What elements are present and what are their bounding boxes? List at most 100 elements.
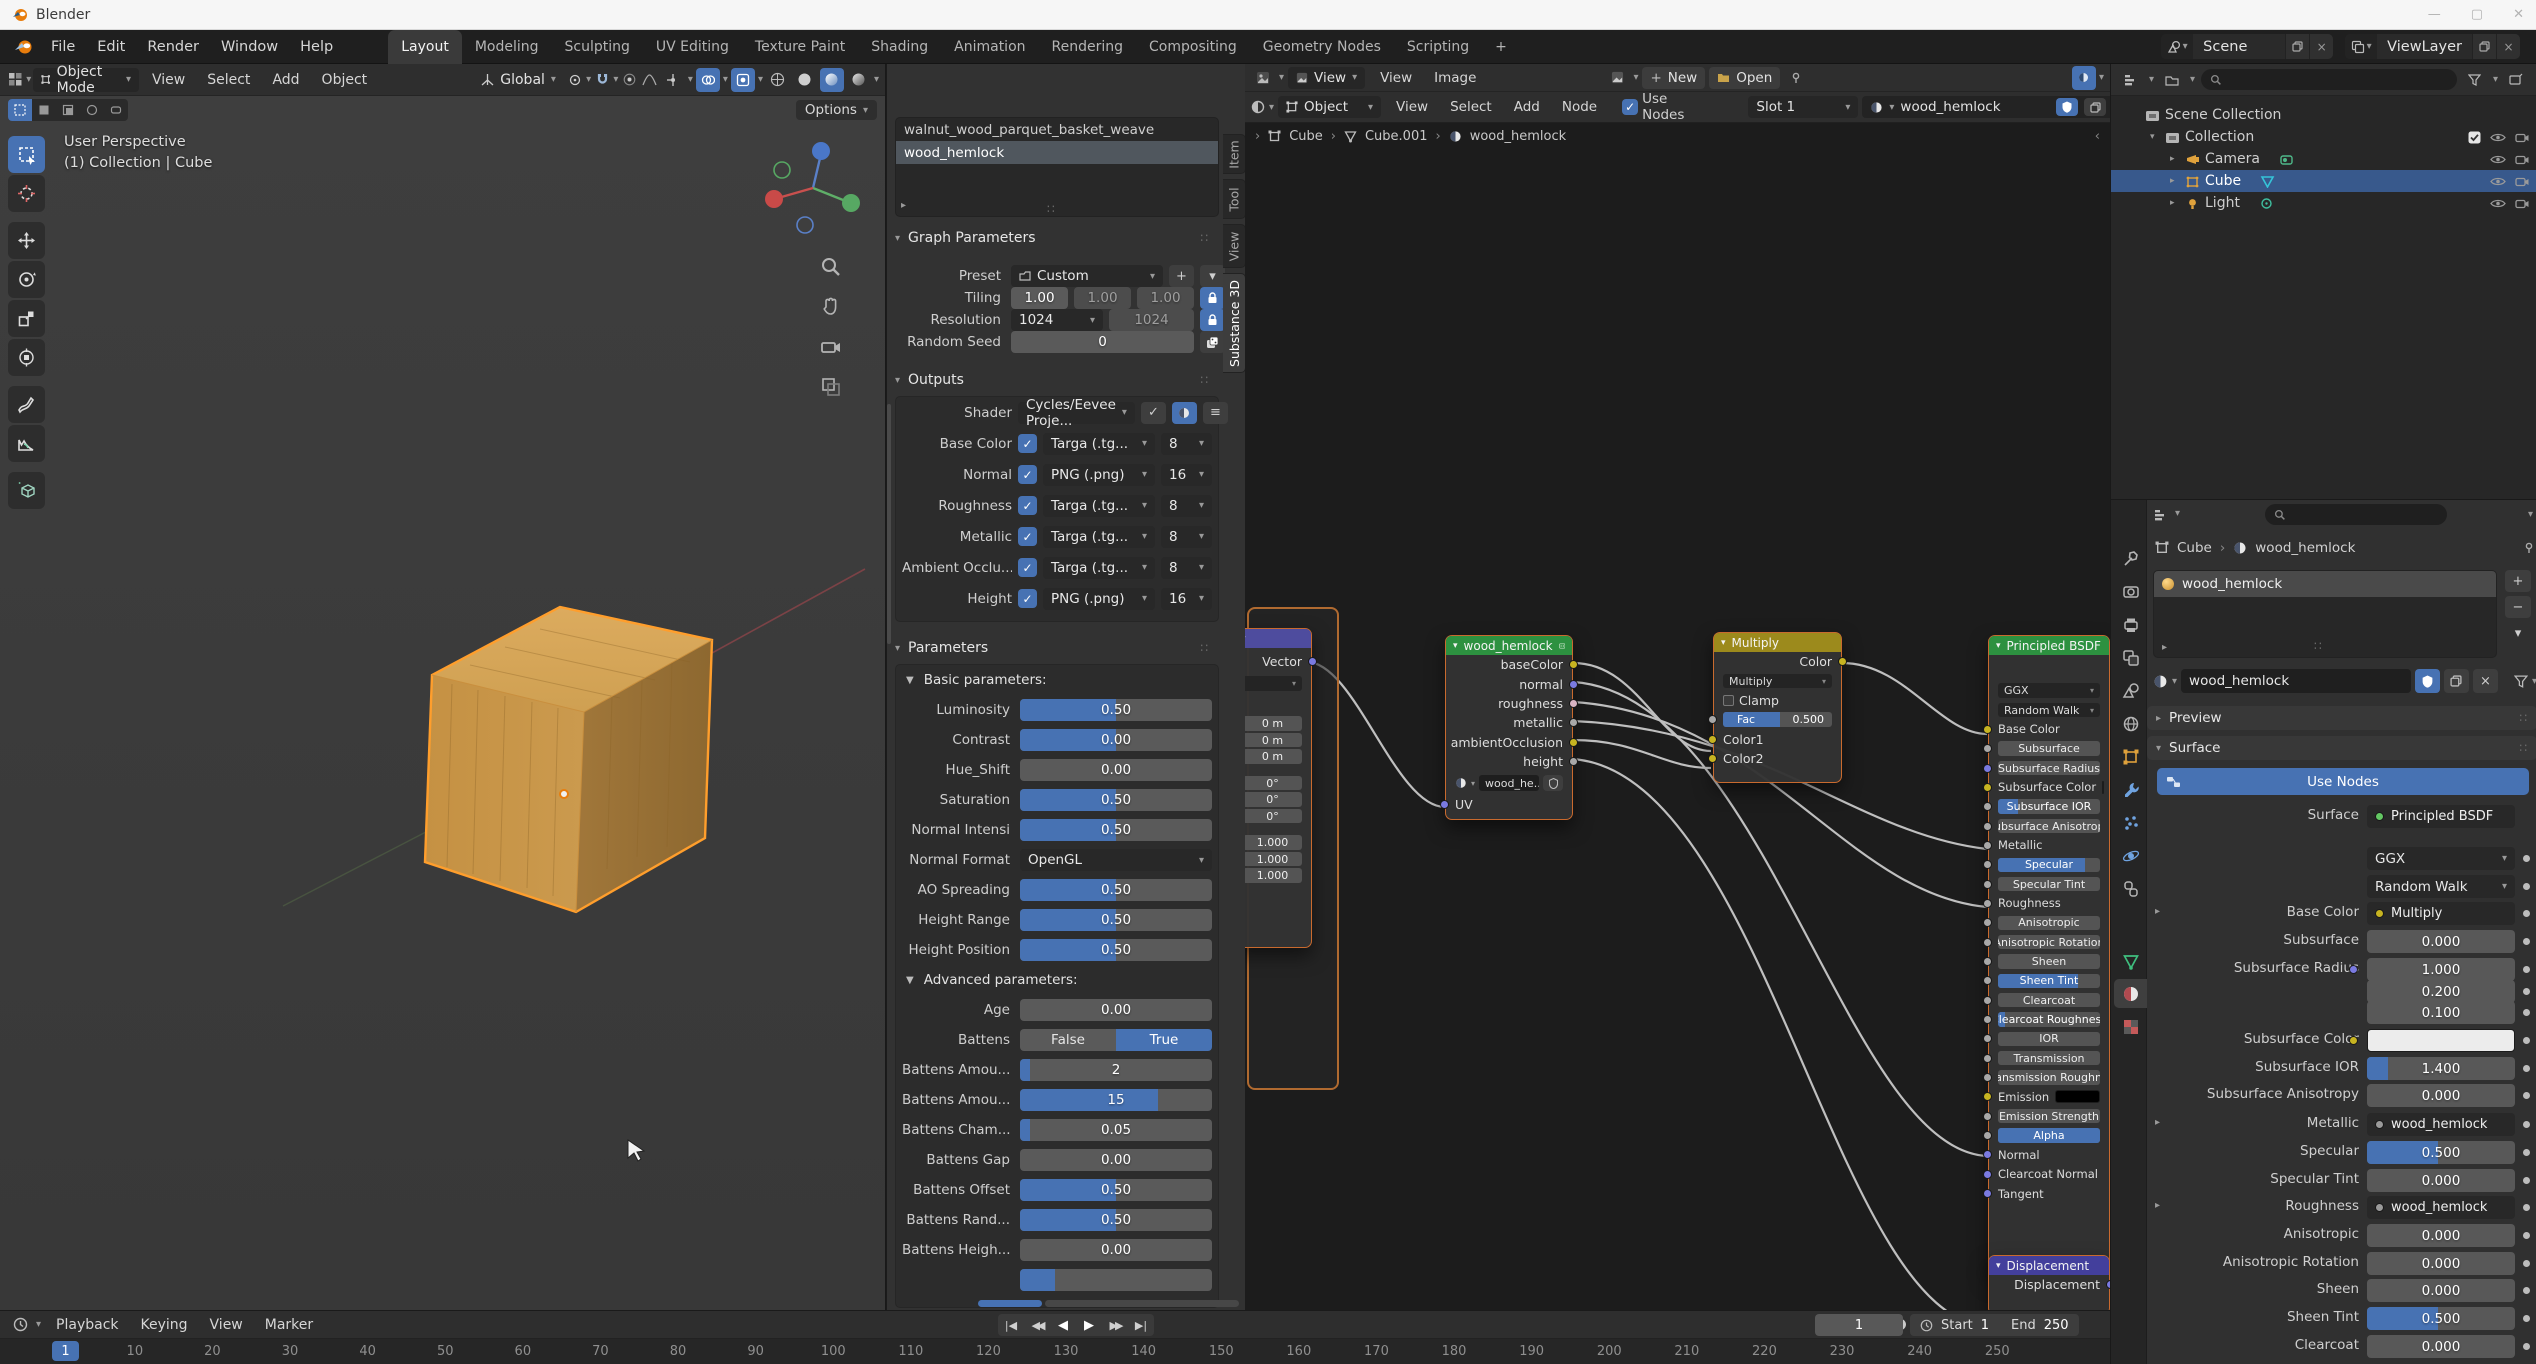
jump-end-button[interactable]: ▶|: [1128, 1314, 1154, 1336]
sidebar-tab-item[interactable]: Item: [1223, 134, 1245, 174]
properties-tab-tool[interactable]: [2114, 544, 2147, 573]
mode-dropdown[interactable]: Object Mode▾: [33, 68, 139, 92]
output-depth-dropdown[interactable]: 8▾: [1161, 557, 1212, 579]
outliner-display-mode-icon[interactable]: [2119, 68, 2143, 92]
specular-socket[interactable]: [1983, 860, 1992, 869]
displacement-node-header[interactable]: ▾Displacement: [1989, 1256, 2109, 1275]
show-overlays-icon[interactable]: [696, 68, 720, 92]
properties-tab-viewlayer[interactable]: [2114, 643, 2147, 672]
menu-view[interactable]: View: [1385, 95, 1439, 119]
material-list-item[interactable]: wood_hemlock: [896, 141, 1218, 164]
param-slider[interactable]: 0.50: [1020, 819, 1212, 841]
output-depth-dropdown[interactable]: 16▾: [1161, 588, 1212, 610]
animate-dot[interactable]: [2523, 1065, 2530, 1072]
material-filter-icon[interactable]: [2514, 675, 2528, 688]
panel-hscrollbar-thumb[interactable]: [978, 1300, 1042, 1307]
properties-search-input[interactable]: [2265, 504, 2447, 525]
menu-edit[interactable]: Edit: [86, 35, 136, 59]
mapping-node[interactable]: ▾ Vector ▾ 0 m0 m0 m 0°0°0° 1.0001.0001.…: [1245, 628, 1312, 948]
properties-tab-scene[interactable]: [2114, 676, 2147, 705]
play-reverse-button[interactable]: ◀: [1050, 1314, 1076, 1336]
editor-type-icon[interactable]: [6, 68, 24, 92]
animate-dot[interactable]: [2523, 1315, 2530, 1322]
use-nodes-checkbox[interactable]: ✓: [1622, 99, 1638, 115]
group-node-header[interactable]: ▾wood_hemlock: [1446, 636, 1572, 655]
tool-move[interactable]: [8, 222, 45, 259]
tool-add-cube[interactable]: [8, 472, 45, 509]
menu-marker[interactable]: Marker: [254, 1313, 324, 1337]
mapping-rot-field[interactable]: 0°: [1245, 776, 1302, 791]
item-label[interactable]: Scene Collection: [2165, 107, 2281, 123]
image-new-button[interactable]: +New: [1642, 67, 1705, 89]
material-datablock[interactable]: ▾ wood_hemlock ×: [1862, 96, 2110, 118]
visibility-eye-icon[interactable]: [2490, 132, 2506, 143]
workspace-tab-compositing[interactable]: Compositing: [1136, 30, 1250, 64]
color2-socket[interactable]: [1708, 754, 1717, 763]
subsurface-color-socket[interactable]: [1983, 783, 1992, 792]
slots-expand-icon[interactable]: ▸: [2162, 642, 2167, 653]
outliner-search-input[interactable]: [2201, 69, 2457, 90]
tool-measure[interactable]: [8, 425, 45, 462]
animate-dot[interactable]: [2523, 1232, 2530, 1239]
outliner-filter-icon[interactable]: [2463, 68, 2487, 92]
preset-menu-button[interactable]: ▾: [1200, 265, 1225, 287]
render-visibility-icon[interactable]: [2515, 132, 2529, 143]
param-slider[interactable]: [1020, 1269, 1212, 1291]
output-checkbox[interactable]: ✓: [1018, 434, 1037, 453]
menu-view[interactable]: View: [141, 68, 196, 92]
mapping-type-dropdown[interactable]: ▾: [1245, 676, 1302, 691]
image-tool-icon[interactable]: [2072, 66, 2096, 90]
anisotropic-socket[interactable]: [1983, 918, 1992, 927]
current-frame-marker[interactable]: 1: [52, 1341, 79, 1361]
output-depth-dropdown[interactable]: 16▾: [1161, 464, 1212, 486]
play-button[interactable]: ▶: [1076, 1314, 1102, 1336]
tangent-socket[interactable]: [1983, 1189, 1992, 1198]
param-slider[interactable]: 15: [1020, 1089, 1212, 1111]
image-editor-type-icon[interactable]: [1251, 66, 1275, 90]
param-slider[interactable]: 0.50: [1020, 1179, 1212, 1201]
breadcrumb-mesh[interactable]: Cube.001: [1365, 129, 1428, 144]
shading-wireframe-icon[interactable]: [766, 68, 790, 92]
fac-slider[interactable]: Fac0.500: [1723, 712, 1832, 727]
uv-socket[interactable]: [1440, 800, 1449, 809]
animate-dot[interactable]: [2523, 988, 2530, 995]
menu-playback[interactable]: Playback: [45, 1313, 129, 1337]
sidebar-tab-substance-3d[interactable]: Substance 3D: [1223, 273, 1245, 373]
menu-window[interactable]: Window: [210, 35, 289, 59]
principled-bsdf-node[interactable]: ▾Principled BSDF GGX▾Random Walk▾Base Co…: [1988, 635, 2110, 1275]
output-format-dropdown[interactable]: PNG (.png)▾: [1043, 464, 1155, 486]
timeline-editor-icon[interactable]: [8, 1313, 32, 1337]
wood-hemlock-group-node[interactable]: ▾wood_hemlock baseColornormalroughnessme…: [1445, 635, 1573, 820]
current-frame-field[interactable]: 1: [1815, 1314, 1903, 1336]
animate-dot[interactable]: [2523, 1092, 2530, 1099]
viewlayer-remove-button[interactable]: ×: [2496, 34, 2520, 59]
material-copy-icon[interactable]: [2444, 669, 2469, 693]
animate-dot[interactable]: [2523, 910, 2530, 917]
output-format-dropdown[interactable]: Targa (.tg...▾: [1043, 557, 1155, 579]
roughness-socket[interactable]: [1569, 699, 1578, 708]
animate-dot[interactable]: [2523, 1177, 2530, 1184]
xray-toggle-icon[interactable]: [731, 68, 755, 92]
param-slider[interactable]: 0.50: [1020, 879, 1212, 901]
render-visibility-icon[interactable]: [2515, 198, 2529, 209]
output-depth-dropdown[interactable]: 8▾: [1161, 495, 1212, 517]
animate-dot[interactable]: [2523, 966, 2530, 973]
animate-dot[interactable]: [2523, 1260, 2530, 1267]
param-field[interactable]: 0.00: [1020, 1149, 1212, 1171]
proportional-edit-icon[interactable]: [620, 68, 638, 92]
param-toggle[interactable]: FalseTrue: [1020, 1029, 1212, 1051]
properties-tab-texture[interactable]: [2114, 1012, 2147, 1041]
output-checkbox[interactable]: ✓: [1018, 589, 1037, 608]
emission-strength-socket[interactable]: [1983, 1112, 1992, 1121]
random-seed-field[interactable]: 0: [1011, 331, 1194, 353]
workspace-tab-modeling[interactable]: Modeling: [462, 30, 552, 64]
workspace-tab-rendering[interactable]: Rendering: [1039, 30, 1137, 64]
properties-pin-icon[interactable]: [2523, 542, 2535, 554]
viewlayer-selector[interactable]: ▾ ViewLayer ×: [2345, 34, 2520, 59]
image-browse-icon[interactable]: [1605, 66, 1629, 90]
color-swatch[interactable]: [2367, 1029, 2515, 1052]
item-label[interactable]: Camera: [2205, 151, 2260, 167]
resolution-y-field[interactable]: 1024: [1109, 309, 1194, 331]
mapping-scale-field[interactable]: 1.000: [1245, 835, 1302, 850]
outliner-filter-collection-icon[interactable]: [2160, 68, 2184, 92]
